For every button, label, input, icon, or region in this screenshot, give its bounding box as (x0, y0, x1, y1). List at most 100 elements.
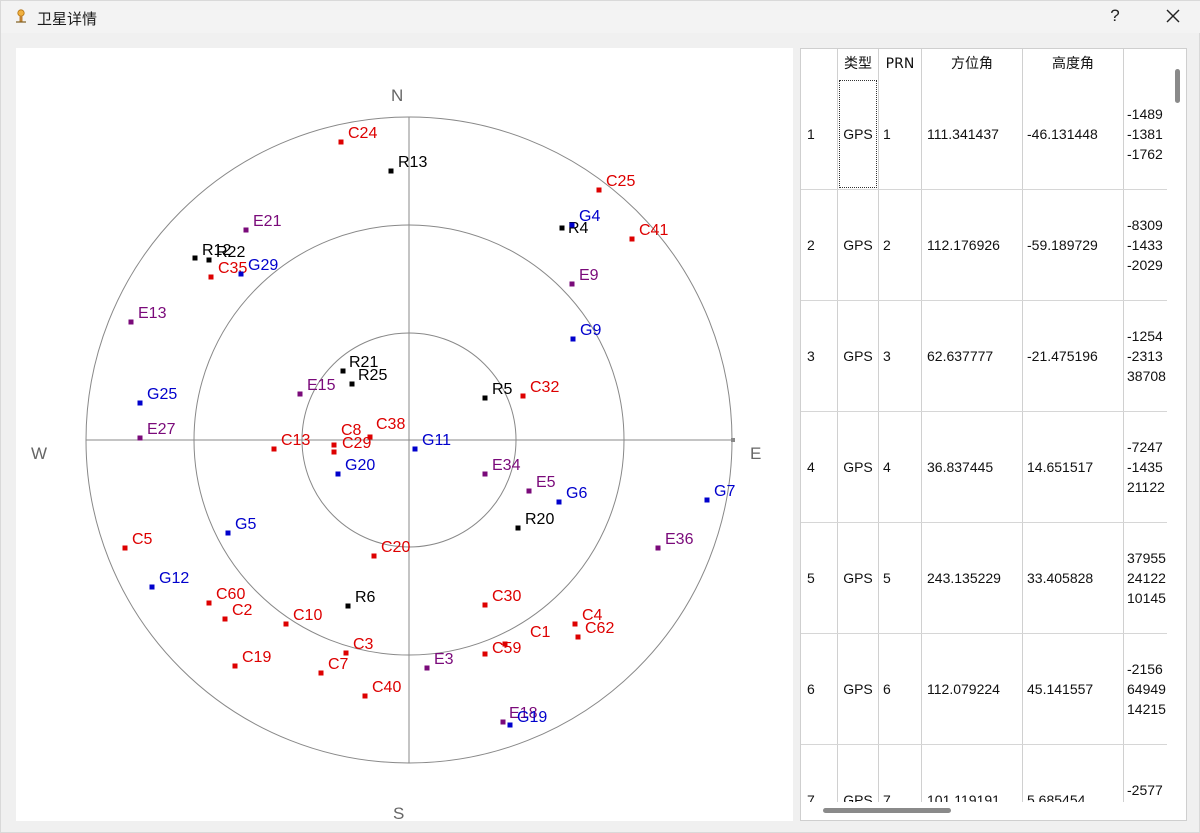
satellite-g11[interactable]: G11 (412, 432, 452, 452)
position-z: -1762 (1127, 146, 1163, 162)
table-row[interactable]: 4 GPS 4 36.837445 14.651517 -7247 -1435 21122 (801, 412, 1167, 523)
satellite-label: E15 (307, 377, 336, 394)
azimuth-cell[interactable]: 62.637777 (922, 301, 1022, 411)
satellite-c10[interactable]: C10 (283, 607, 323, 627)
type-cell[interactable]: GPS (838, 523, 878, 633)
table-row[interactable]: 5 GPS 5 243.135229 33.405828 37955 24122 10145 (801, 523, 1167, 634)
header-elevation[interactable]: 高度角 (1023, 49, 1123, 79)
elevation-cell[interactable]: 33.405828 (1023, 523, 1123, 633)
satellite-marker (232, 663, 238, 669)
satellite-c40[interactable]: C40 (362, 679, 402, 699)
prn-cell[interactable]: 3 (879, 301, 921, 411)
help-button[interactable]: ? (1097, 1, 1133, 31)
vertical-scroll-thumb[interactable] (1175, 69, 1180, 103)
satellite-c2[interactable]: C2 (222, 602, 253, 622)
type-cell[interactable]: GPS (838, 190, 878, 300)
satellite-label: C38 (376, 416, 405, 433)
satellite-g5[interactable]: G5 (225, 516, 257, 536)
satellite-e9[interactable]: E9 (569, 267, 599, 287)
satellite-marker (482, 395, 488, 401)
satellite-e5[interactable]: E5 (526, 474, 556, 494)
vertical-scrollbar[interactable] (1168, 49, 1186, 809)
satellite-c59[interactable]: C59 (482, 640, 522, 657)
prn-cell[interactable]: 1 (879, 79, 921, 189)
satellite-r13[interactable]: R13 (388, 154, 428, 174)
table-row[interactable]: 6 GPS 6 112.079224 45.141557 -2156 64949 14215 (801, 634, 1167, 745)
horizontal-scrollbar[interactable] (801, 802, 1168, 820)
position-z: 21122 (1127, 479, 1165, 495)
header-type[interactable]: 类型 (838, 49, 878, 79)
satellite-e34[interactable]: E34 (482, 457, 521, 477)
satellite-e15[interactable]: E15 (297, 377, 336, 397)
satellite-c32[interactable]: C32 (520, 379, 560, 399)
satellite-label: R25 (358, 367, 387, 384)
horizontal-scroll-thumb[interactable] (823, 808, 951, 813)
satellite-c29[interactable]: C29 (331, 435, 372, 455)
satellite-marker (569, 222, 575, 228)
position-x: -1254 (1127, 328, 1163, 344)
header-prn[interactable]: PRN (879, 49, 921, 79)
type-cell[interactable]: GPS (838, 79, 878, 189)
satellite-g4[interactable]: G4 (569, 208, 601, 228)
satellite-c13[interactable]: C13 (271, 432, 311, 452)
satellite-g25[interactable]: G25 (137, 386, 178, 406)
satellite-g20[interactable]: G20 (335, 457, 376, 477)
satellite-c7[interactable]: C7 (318, 656, 349, 676)
elevation-cell[interactable]: 14.651517 (1023, 412, 1123, 522)
satellite-c35[interactable]: C35 (208, 260, 248, 280)
satellite-label: G7 (714, 483, 735, 500)
elevation-cell[interactable]: 45.141557 (1023, 634, 1123, 744)
azimuth-cell[interactable]: 36.837445 (922, 412, 1022, 522)
type-cell[interactable]: GPS (838, 634, 878, 744)
satellite-e27[interactable]: E27 (137, 421, 176, 441)
satellite-c41[interactable]: C41 (629, 222, 669, 242)
satellite-c30[interactable]: C30 (482, 588, 522, 608)
satellite-c24[interactable]: C24 (338, 125, 378, 145)
satellite-label: E3 (434, 651, 454, 668)
table-row[interactable]: 2 GPS 2 112.176926 -59.189729 -8309 -1433 -2029 (801, 190, 1167, 301)
type-cell[interactable]: GPS (838, 301, 878, 411)
title-bar: 卫星详情 ? (1, 1, 1200, 33)
satellite-marker (596, 187, 602, 193)
satellite-marker (500, 719, 506, 725)
satellite-c5[interactable]: C5 (122, 531, 153, 551)
prn-cell[interactable]: 6 (879, 634, 921, 744)
sky-plot-panel: N S E W C24 R13 C25 R4 G4 C41 E21 R12 R22 C35 G29 E… (16, 48, 793, 823)
satellite-marker (575, 634, 581, 640)
satellite-markers: C24R13C25R4G4C41E21R12R22C35 G29E9E13G9R2… (122, 125, 736, 728)
close-button[interactable] (1153, 1, 1193, 31)
satellite-e13[interactable]: E13 (128, 305, 167, 325)
elevation-cell[interactable]: -46.131448 (1023, 79, 1123, 189)
satellite-c38[interactable]: C38 (367, 416, 406, 440)
satellite-r6[interactable]: R6 (345, 589, 376, 609)
satellite-marker (149, 584, 155, 590)
table-row[interactable]: 1 GPS 1 111.341437 -46.131448 -1489 -1381 -1762 (801, 79, 1167, 190)
azimuth-cell[interactable]: 111.341437 (922, 79, 1022, 189)
satellite-r20[interactable]: R20 (515, 511, 555, 531)
azimuth-cell[interactable]: 243.135229 (922, 523, 1022, 633)
satellite-marker (388, 168, 394, 174)
satellite-c19[interactable]: C19 (232, 649, 272, 669)
header-azimuth[interactable]: 方位角 (922, 49, 1022, 79)
azimuth-cell[interactable]: 112.079224 (922, 634, 1022, 744)
satellite-marker (482, 651, 488, 657)
header-xyz[interactable] (1124, 49, 1168, 79)
satellite-e21[interactable]: E21 (243, 213, 282, 233)
satellite-g9[interactable]: G9 (570, 322, 602, 342)
prn-cell[interactable]: 5 (879, 523, 921, 633)
prn-cell[interactable]: 2 (879, 190, 921, 300)
satellite-c25[interactable]: C25 (596, 173, 636, 193)
satellite-e36[interactable]: E36 (655, 531, 694, 551)
type-cell[interactable]: GPS (838, 412, 878, 522)
elevation-cell[interactable]: -21.475196 (1023, 301, 1123, 411)
satellite-r5[interactable]: R5 (482, 381, 513, 401)
azimuth-cell[interactable]: 112.176926 (922, 190, 1022, 300)
satellite-g6[interactable]: G6 (556, 485, 588, 505)
prn-cell[interactable]: 4 (879, 412, 921, 522)
elevation-cell[interactable]: -59.189729 (1023, 190, 1123, 300)
satellite-g12[interactable]: G12 (149, 570, 190, 590)
satellite-label: R22 (216, 244, 245, 261)
table-row[interactable]: 3 GPS 3 62.637777 -21.475196 -1254 -2313 38708 (801, 301, 1167, 412)
satellite-g7[interactable]: G7 (704, 483, 736, 503)
satellite-label: C60 (216, 586, 245, 603)
